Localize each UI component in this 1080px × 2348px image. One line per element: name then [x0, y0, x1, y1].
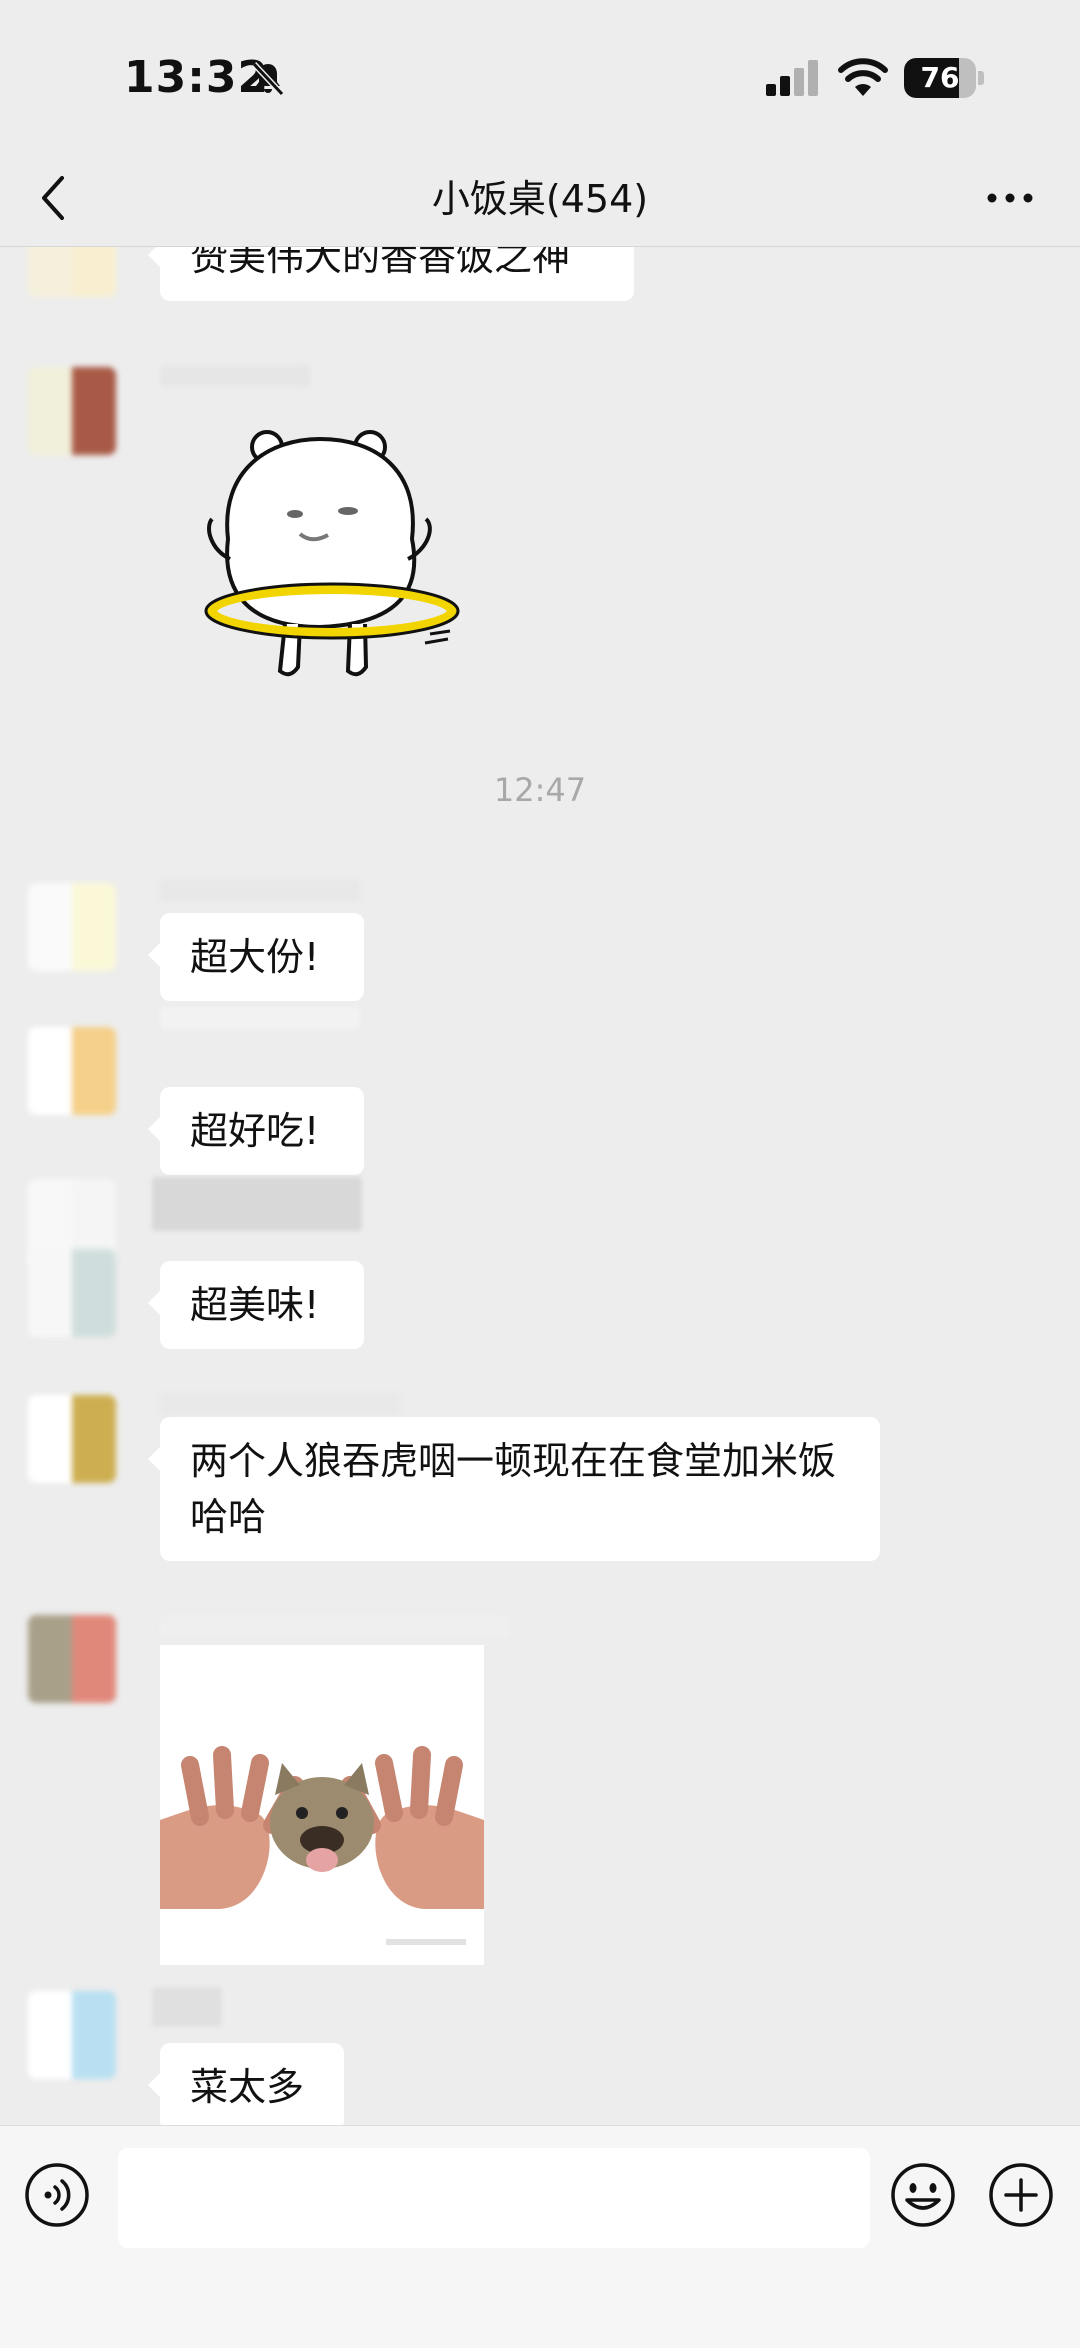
message-text: 赞美伟大的香香饭之神 — [190, 247, 571, 279]
battery-percent: 76 — [920, 61, 960, 94]
ellipsis-icon[interactable] — [980, 178, 1040, 218]
sender-name — [160, 365, 310, 387]
status-bar: 13:32 76 — [0, 0, 1080, 150]
avatar[interactable] — [28, 1249, 116, 1337]
message-timestamp: 12:47 — [493, 771, 587, 809]
sender-name — [152, 1177, 362, 1231]
chat-header: 小饭桌(454) — [0, 150, 1080, 247]
message-text: 菜太多 — [190, 2065, 305, 2109]
sender-name — [160, 1007, 360, 1029]
message-input[interactable] — [118, 2148, 870, 2248]
bear-sticker[interactable] — [200, 409, 470, 689]
message-text: 两个人狼吞虎咽一顿现在在食堂加米饭哈哈 — [190, 1439, 837, 1539]
voice-icon[interactable] — [24, 2162, 90, 2228]
battery-indicator: 76 — [904, 58, 984, 98]
chat-title: 小饭桌(454) — [431, 177, 649, 221]
avatar[interactable] — [28, 247, 116, 297]
sender-name — [160, 1615, 510, 1637]
bell-slash-icon — [251, 61, 285, 97]
avatar[interactable] — [28, 367, 116, 455]
message-bubble[interactable]: 菜太多 — [148, 2043, 344, 2125]
message-text: 超大份! — [190, 935, 320, 979]
message-text: 超美味! — [190, 1283, 320, 1327]
message-list[interactable]: 赞美伟大的香香饭之神 12:47 超大份! 超好吃! 超美味! 两个人狼吞虎咽一… — [0, 247, 1080, 2125]
input-bar — [0, 2125, 1080, 2348]
message-bubble[interactable]: 两个人狼吞虎咽一顿现在在食堂加米饭哈哈 — [148, 1417, 880, 1561]
smiley-icon[interactable] — [890, 2162, 956, 2228]
sender-name — [160, 879, 360, 901]
avatar[interactable] — [28, 1615, 116, 1703]
message-bubble[interactable]: 超美味! — [148, 1261, 364, 1349]
avatar[interactable] — [28, 1395, 116, 1483]
cellular-signal-icon — [766, 60, 818, 96]
cat-hands-sticker[interactable] — [160, 1645, 484, 1965]
sender-name — [160, 1393, 400, 1415]
sender-name — [152, 1987, 222, 2027]
message-text: 超好吃! — [190, 1109, 320, 1153]
avatar[interactable] — [28, 1991, 116, 2079]
plus-circle-icon[interactable] — [988, 2162, 1054, 2228]
message-bubble[interactable]: 赞美伟大的香香饭之神 — [148, 247, 634, 301]
wifi-icon — [838, 58, 888, 96]
message-bubble[interactable]: 超好吃! — [148, 1087, 364, 1175]
message-bubble[interactable]: 超大份! — [148, 913, 364, 1001]
avatar[interactable] — [28, 1027, 116, 1115]
avatar[interactable] — [28, 883, 116, 971]
